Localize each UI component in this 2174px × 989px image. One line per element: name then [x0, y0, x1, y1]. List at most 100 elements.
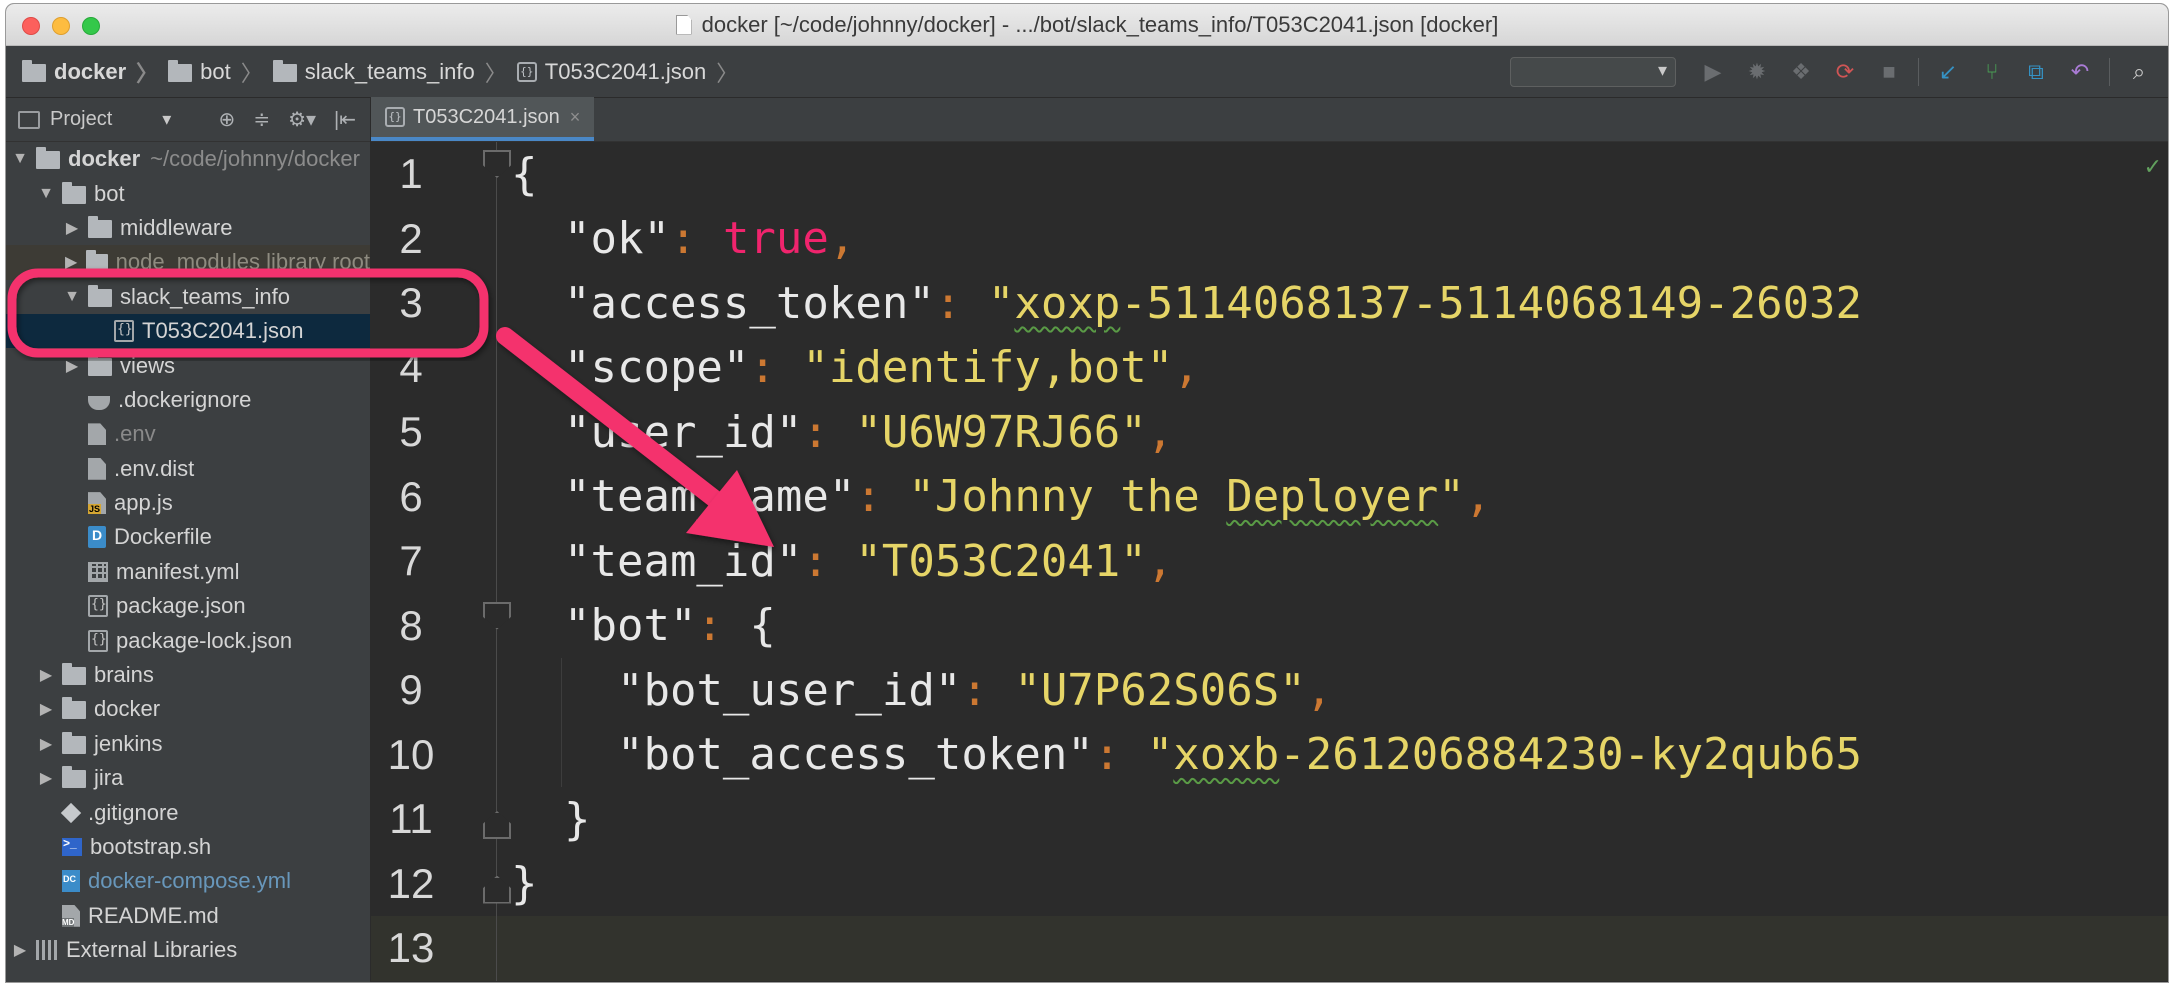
tree-item[interactable]: ▶ jenkins — [6, 727, 370, 761]
chevron-right-icon[interactable]: ▶ — [38, 665, 54, 685]
toolbar-separator — [2109, 58, 2110, 86]
chevron-right-icon[interactable]: ▶ — [64, 252, 78, 272]
tree-item[interactable]: ▶ middleware — [6, 211, 370, 245]
tree-item[interactable]: package-lock.json — [6, 623, 370, 657]
coverage-icon[interactable]: ❖ — [1786, 57, 1816, 87]
breadcrumb-item[interactable]: {} T053C2041.json 〉 — [516, 56, 738, 88]
code-line[interactable]: 8 "bot": { — [371, 593, 2168, 658]
tree-item[interactable]: manifest.yml — [6, 555, 370, 589]
vcs-history-icon[interactable]: ⧉ — [2021, 57, 2051, 87]
maximize-window-button[interactable] — [82, 17, 100, 35]
line-number: 9 — [399, 666, 423, 714]
run-configuration-select[interactable] — [1510, 57, 1676, 87]
code-line[interactable]: 10 "bot_access_token": "xoxb-26120688423… — [371, 722, 2168, 787]
tree-item[interactable]: .gitignore — [6, 795, 370, 829]
tree-item[interactable]: bootstrap.sh — [6, 830, 370, 864]
code-line[interactable]: 7 "team_id": "T053C2041", — [371, 529, 2168, 594]
tree-item[interactable]: ▶ jira — [6, 761, 370, 795]
tree-item-label: bootstrap.sh — [90, 834, 212, 859]
ide-window: docker [~/code/johnny/docker] - .../bot/… — [6, 4, 2168, 982]
tree-item[interactable]: ▼ bot — [6, 176, 370, 210]
project-path: ~/code/johnny/docker — [150, 146, 360, 172]
code-text: "bot_user_id": "U7P62S06S", — [511, 665, 1332, 716]
code-token: Deployer — [1226, 471, 1439, 523]
vcs-update-icon[interactable]: ↙ — [1933, 57, 1963, 87]
dockerfile-icon — [88, 526, 106, 549]
code-token: true — [722, 213, 829, 265]
code-line[interactable]: 1{ — [371, 142, 2168, 207]
tree-item[interactable]: ▶ brains — [6, 658, 370, 692]
chevron-right-icon[interactable]: ▶ — [38, 699, 54, 719]
code-line[interactable]: 6 "team_name": "Johnny the Deployer", — [371, 464, 2168, 530]
stop-icon[interactable]: ■ — [1874, 57, 1904, 87]
code-line[interactable]: 12} — [371, 851, 2168, 916]
code-line[interactable]: 4 "scope": "identify,bot", — [371, 335, 2168, 400]
chevron-down-icon[interactable]: ▼ — [12, 150, 28, 168]
close-window-button[interactable] — [22, 17, 40, 35]
tree-item[interactable]: ▶ docker — [6, 692, 370, 726]
chevron-right-icon[interactable]: ▶ — [38, 734, 54, 754]
tree-item[interactable]: ▶ views — [6, 348, 370, 382]
tree-item[interactable]: Dockerfile — [6, 520, 370, 554]
tree-item[interactable]: ▼ docker ~/code/johnny/docker — [6, 142, 370, 176]
chevron-down-icon[interactable]: ▾ — [162, 109, 171, 130]
chevron-down-icon[interactable]: ▼ — [64, 288, 80, 306]
code-line[interactable]: 13 — [371, 916, 2168, 981]
tree-item[interactable]: ▶ node_modules library root — [6, 245, 370, 280]
collapse-all-icon[interactable]: ≑ — [253, 107, 270, 132]
code-token: " — [987, 277, 1015, 329]
chevron-right-icon[interactable]: ▶ — [12, 940, 28, 960]
chevron-right-icon[interactable]: ▶ — [64, 218, 80, 238]
tree-item[interactable]: .env — [6, 417, 370, 451]
indent-guide — [561, 658, 562, 723]
code-line[interactable]: 11 } — [371, 787, 2168, 852]
project-view-select[interactable]: Project — [50, 108, 112, 131]
tree-item[interactable]: .env.dist — [6, 452, 370, 486]
breadcrumb-item[interactable]: docker 〉 — [22, 56, 158, 88]
code-line[interactable]: 5 "user_id": "U6W97RJ66", — [371, 400, 2168, 465]
editor-gutter — [451, 465, 511, 530]
hide-panel-icon[interactable]: |⇤ — [334, 107, 356, 132]
rerun-icon[interactable]: ⟳ — [1830, 57, 1860, 87]
tree-item[interactable]: app.js — [6, 486, 370, 520]
code-text: { — [511, 149, 538, 200]
tree-item[interactable]: README.md — [6, 899, 370, 933]
run-icon[interactable]: ▶ — [1698, 57, 1728, 87]
gear-icon[interactable]: ⚙▾ — [288, 107, 316, 132]
tree-item-label: T053C2041.json — [142, 318, 304, 344]
debug-icon[interactable]: ✹ — [1742, 57, 1772, 87]
fold-guide — [496, 271, 497, 336]
code-token: xoxb — [1173, 729, 1280, 781]
breadcrumb-item[interactable]: bot 〉 — [168, 56, 263, 88]
chevron-right-icon[interactable]: ▶ — [64, 356, 80, 376]
tree-item[interactable]: .dockerignore — [6, 383, 370, 417]
code-editor[interactable]: 1{2 "ok": true, 3 "access_token": "xoxp-5… — [371, 142, 2168, 982]
vcs-commit-icon[interactable]: ⑂ — [1977, 57, 2007, 87]
code-line[interactable]: 3 "access_token": "xoxp-5114068137-51140… — [371, 271, 2168, 336]
chevron-right-icon: 〉 — [240, 60, 263, 86]
close-tab-icon[interactable]: × — [570, 107, 581, 128]
json-file-icon: {} — [516, 61, 537, 82]
tree-item-label: jenkins — [94, 730, 163, 756]
tree-item-label: .env.dist — [114, 455, 195, 481]
tree-item[interactable]: T053C2041.json — [6, 313, 370, 349]
code-line[interactable]: 2 "ok": true, — [371, 206, 2168, 271]
revert-icon[interactable]: ↶ — [2065, 57, 2095, 87]
chevron-right-icon[interactable]: ▶ — [38, 768, 54, 788]
locate-file-icon[interactable]: ⊕ — [219, 107, 236, 132]
tree-item[interactable]: package.json — [6, 589, 370, 623]
code-line[interactable]: 9 "bot_user_id": "U7P62S06S", — [371, 658, 2168, 723]
title-wrap: docker [~/code/johnny/docker] - .../bot/… — [675, 12, 1498, 38]
tab-t053c2041-json[interactable]: {} T053C2041.json × — [371, 97, 595, 141]
line-number: 4 — [399, 343, 423, 391]
tree-item[interactable]: docker-compose.yml — [6, 864, 370, 898]
code-token: "U7P62S06S" — [1014, 664, 1306, 716]
tree-item[interactable]: ▶ External Libraries — [6, 933, 370, 967]
tree-item[interactable]: ▼ slack_teams_info — [6, 280, 370, 314]
chevron-down-icon[interactable]: ▼ — [38, 185, 54, 203]
search-everywhere-icon[interactable]: ⌕ — [2124, 57, 2154, 87]
json-file-icon — [114, 320, 134, 343]
breadcrumb-item[interactable]: slack_teams_info 〉 — [272, 56, 507, 88]
minimize-window-button[interactable] — [52, 17, 70, 35]
